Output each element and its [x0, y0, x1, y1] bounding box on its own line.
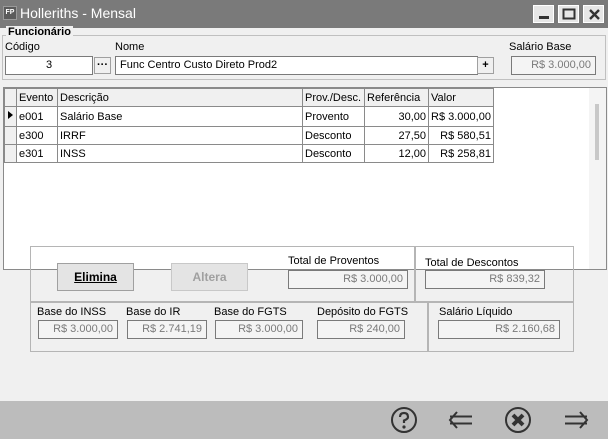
maximize-icon [562, 8, 576, 20]
base-ir-field: R$ 2.741,19 [127, 320, 207, 339]
cell-evento[interactable]: e301 [16, 144, 58, 163]
cell-tipo[interactable]: Desconto [302, 126, 365, 145]
cell-valor[interactable]: R$ 580,51 [428, 126, 494, 145]
salario-base-label: Salário Base [509, 41, 572, 53]
base-ir-label: Base do IR [126, 306, 181, 318]
base-inss-label: Base do INSS [37, 306, 107, 318]
codigo-field[interactable]: 3 [5, 56, 93, 75]
row-indicator [4, 106, 17, 127]
cell-valor[interactable]: R$ 258,81 [428, 144, 494, 163]
table-row[interactable]: e001 Salário Base Provento 30,00 R$ 3.00… [4, 106, 494, 127]
base-fgts-label: Base do FGTS [214, 306, 287, 318]
codigo-lookup-button[interactable]: ··· [94, 57, 111, 74]
close-button[interactable] [583, 5, 604, 23]
base-fgts-field: R$ 3.000,00 [215, 320, 303, 339]
altera-button[interactable]: Altera [171, 263, 248, 291]
elimina-button[interactable]: Elimina [57, 263, 134, 291]
cancel-button[interactable] [503, 405, 533, 435]
close-icon [589, 9, 600, 20]
help-button[interactable] [389, 405, 419, 435]
indicator-header [4, 88, 17, 107]
cell-tipo[interactable]: Desconto [302, 144, 365, 163]
back-arrow-icon [448, 411, 472, 429]
minimize-button[interactable] [533, 5, 554, 23]
content-area: Funcionário Código 3 ··· Nome Func Centr… [0, 26, 608, 401]
cell-referencia[interactable]: 30,00 [364, 106, 429, 127]
back-button[interactable] [446, 405, 476, 435]
col-header-valor[interactable]: Valor [428, 88, 494, 107]
cell-descricao[interactable]: INSS [57, 144, 303, 163]
nome-field[interactable]: Func Centro Custo Direto Prod2 [115, 56, 478, 75]
codigo-label: Código [5, 41, 40, 53]
window-title: Holleriths - Mensal [20, 5, 136, 21]
cell-evento[interactable]: e300 [16, 126, 58, 145]
cancel-icon [505, 407, 531, 433]
cell-descricao[interactable]: Salário Base [57, 106, 303, 127]
forward-arrow-icon [565, 411, 589, 429]
cell-referencia[interactable]: 12,00 [364, 144, 429, 163]
funcionario-section-title: Funcionário [6, 26, 73, 38]
row-indicator [4, 144, 17, 163]
title-bar: FP Holleriths - Mensal [0, 0, 608, 28]
col-header-evento[interactable]: Evento [16, 88, 58, 107]
cell-valor[interactable]: R$ 3.000,00 [428, 106, 494, 127]
col-header-descricao[interactable]: Descrição [57, 88, 303, 107]
table-header-row: Evento Descrição Prov./Desc. Referência … [4, 88, 494, 107]
app-icon: FP [3, 6, 17, 20]
total-proventos-label: Total de Proventos [288, 255, 380, 267]
deposito-fgts-label: Depósito do FGTS [317, 306, 409, 318]
total-proventos-field: R$ 3.000,00 [288, 270, 408, 289]
minimize-icon [539, 16, 549, 19]
scrollbar-thumb[interactable] [595, 104, 599, 160]
maximize-button[interactable] [558, 5, 579, 23]
current-row-arrow-icon [8, 111, 13, 119]
help-icon [391, 407, 417, 433]
salario-liquido-label: Salário Líquido [439, 306, 513, 318]
cell-referencia[interactable]: 27,50 [364, 126, 429, 145]
nome-add-button[interactable]: + [477, 57, 494, 74]
table-row[interactable]: e300 IRRF Desconto 27,50 R$ 580,51 [4, 126, 494, 145]
row-indicator [4, 126, 17, 145]
deposito-fgts-field: R$ 240,00 [317, 320, 405, 339]
cell-descricao[interactable]: IRRF [57, 126, 303, 145]
nome-label: Nome [115, 41, 145, 53]
total-descontos-field: R$ 839,32 [425, 270, 545, 289]
forward-button[interactable] [561, 405, 591, 435]
salario-base-field: R$ 3.000,00 [511, 56, 596, 75]
base-inss-field: R$ 3.000,00 [38, 320, 118, 339]
table-row[interactable]: e301 INSS Desconto 12,00 R$ 258,81 [4, 144, 494, 163]
col-header-tipo[interactable]: Prov./Desc. [302, 88, 365, 107]
salario-liquido-field: R$ 2.160,68 [438, 320, 560, 339]
cell-evento[interactable]: e001 [16, 106, 58, 127]
col-header-referencia[interactable]: Referência [364, 88, 429, 107]
events-grid: Evento Descrição Prov./Desc. Referência … [3, 87, 607, 270]
vertical-scrollbar[interactable] [589, 88, 606, 269]
events-table: Evento Descrição Prov./Desc. Referência … [4, 88, 494, 163]
cell-tipo[interactable]: Provento [302, 106, 365, 127]
footer-toolbar [0, 401, 608, 439]
total-descontos-label: Total de Descontos [425, 257, 519, 269]
